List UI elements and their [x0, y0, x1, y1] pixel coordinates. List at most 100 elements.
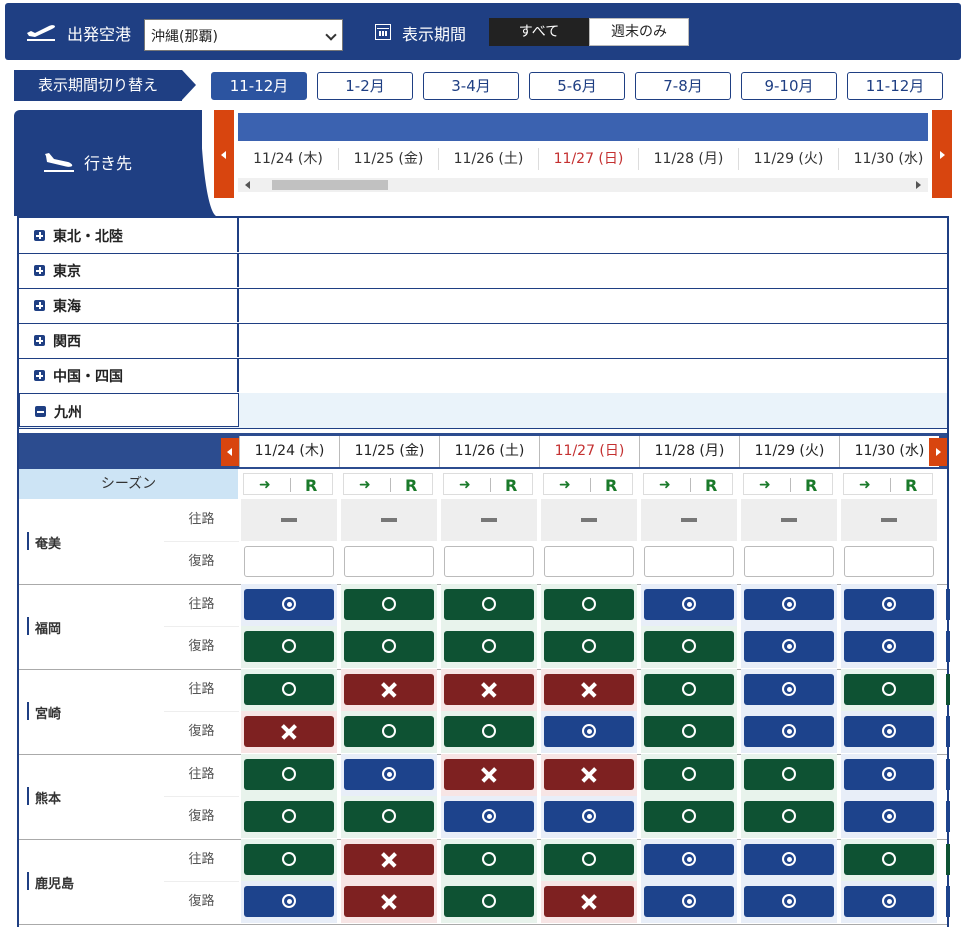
status-cell[interactable]: [544, 674, 634, 705]
status-cell[interactable]: [644, 674, 734, 705]
region-row[interactable]: 中国・四国: [19, 358, 947, 394]
status-cell[interactable]: [644, 716, 734, 747]
month-button[interactable]: 9-10月: [741, 72, 837, 100]
status-cell[interactable]: [544, 886, 634, 917]
status-cell[interactable]: [344, 801, 434, 832]
region-row[interactable]: 九州: [19, 393, 947, 429]
status-cell[interactable]: [744, 674, 834, 705]
status-cell[interactable]: [244, 801, 334, 832]
status-cell[interactable]: [744, 589, 834, 620]
status-cell[interactable]: [544, 716, 634, 747]
status-cell[interactable]: [844, 589, 934, 620]
status-cell[interactable]: [244, 759, 334, 790]
status-cell[interactable]: [844, 844, 934, 875]
chevron-left-icon: [221, 151, 226, 159]
status-cell[interactable]: [644, 631, 734, 662]
collapse-icon[interactable]: [35, 406, 46, 417]
status-cell[interactable]: [744, 631, 834, 662]
show-all-toggle[interactable]: すべて: [489, 18, 589, 46]
status-cell[interactable]: [444, 886, 534, 917]
scroll-left-button[interactable]: [214, 110, 234, 198]
status-cell[interactable]: [344, 631, 434, 662]
region-row[interactable]: 東海: [19, 288, 947, 324]
status-cell[interactable]: [544, 631, 634, 662]
weekend-only-toggle[interactable]: 週末のみ: [589, 18, 689, 46]
status-cell[interactable]: [744, 844, 834, 875]
status-cell[interactable]: [544, 759, 634, 790]
status-cell[interactable]: [844, 631, 934, 662]
region-name-cell[interactable]: 東京: [19, 253, 239, 287]
scroll-left-arrow-icon[interactable]: [245, 181, 250, 189]
scroll-right-arrow-icon[interactable]: [916, 181, 921, 189]
status-cell[interactable]: [244, 674, 334, 705]
status-cell[interactable]: [344, 716, 434, 747]
status-cell[interactable]: [744, 716, 834, 747]
airport-select[interactable]: 沖縄(那覇): [144, 19, 343, 51]
expand-icon[interactable]: [34, 230, 45, 241]
status-cell[interactable]: [744, 759, 834, 790]
inner-scroll-right-button[interactable]: [929, 438, 947, 466]
month-button[interactable]: 3-4月: [423, 72, 519, 100]
status-cell[interactable]: [444, 844, 534, 875]
expand-icon[interactable]: [34, 335, 45, 346]
scrollbar-thumb[interactable]: [272, 180, 388, 190]
month-button[interactable]: 1-2月: [317, 72, 413, 100]
horizontal-scrollbar[interactable]: [238, 178, 928, 192]
status-cell[interactable]: [544, 589, 634, 620]
status-cell[interactable]: [544, 844, 634, 875]
circle-icon: [344, 589, 434, 620]
region-row[interactable]: 東北・北陸: [19, 218, 947, 254]
status-cell[interactable]: [844, 716, 934, 747]
month-button[interactable]: 11-12月: [847, 72, 943, 100]
region-row[interactable]: 関西: [19, 323, 947, 359]
status-cell[interactable]: [644, 844, 734, 875]
status-cell[interactable]: [244, 589, 334, 620]
status-cell[interactable]: [344, 674, 434, 705]
status-cell[interactable]: [344, 759, 434, 790]
circle-icon: [444, 844, 534, 875]
region-name-cell[interactable]: 関西: [19, 323, 239, 357]
region-name-cell[interactable]: 東海: [19, 288, 239, 322]
status-cell[interactable]: [844, 674, 934, 705]
inner-scroll-left-button[interactable]: [221, 438, 239, 466]
month-button[interactable]: 11-12月: [211, 72, 307, 100]
expand-icon[interactable]: [34, 265, 45, 276]
status-cell[interactable]: [344, 886, 434, 917]
expand-icon[interactable]: [34, 370, 45, 381]
region-row[interactable]: 東京: [19, 253, 947, 289]
region-name-cell[interactable]: 東北・北陸: [19, 218, 239, 252]
status-cell[interactable]: [444, 674, 534, 705]
expand-icon[interactable]: [34, 300, 45, 311]
status-cell[interactable]: [644, 759, 734, 790]
status-cell[interactable]: [544, 801, 634, 832]
circle-icon: [544, 589, 634, 620]
status-cell[interactable]: [644, 589, 734, 620]
status-cell[interactable]: [744, 886, 834, 917]
status-cell[interactable]: [244, 844, 334, 875]
status-cell[interactable]: [444, 801, 534, 832]
status-cell[interactable]: [444, 716, 534, 747]
status-cell[interactable]: [844, 759, 934, 790]
period-label: 表示期間: [402, 25, 467, 44]
status-cell[interactable]: [244, 716, 334, 747]
status-cell[interactable]: [644, 801, 734, 832]
season-divider: [290, 478, 291, 492]
status-cell[interactable]: [744, 801, 834, 832]
status-cell[interactable]: [244, 886, 334, 917]
status-cell[interactable]: [344, 844, 434, 875]
status-cell[interactable]: [844, 886, 934, 917]
status-cell[interactable]: [344, 589, 434, 620]
month-button[interactable]: 7-8月: [635, 72, 731, 100]
region-name-cell[interactable]: 九州: [19, 393, 239, 427]
status-cell[interactable]: [644, 886, 734, 917]
scroll-right-button[interactable]: [932, 110, 952, 198]
region-name-cell[interactable]: 中国・四国: [19, 358, 239, 392]
status-cell[interactable]: [444, 589, 534, 620]
status-cell[interactable]: [444, 759, 534, 790]
status-cell[interactable]: [244, 631, 334, 662]
status-cell[interactable]: [444, 631, 534, 662]
status-cell[interactable]: [844, 801, 934, 832]
inner-date-cell: 11/24 (木): [239, 436, 339, 467]
status-unavailable: [744, 504, 834, 535]
month-button[interactable]: 5-6月: [529, 72, 625, 100]
